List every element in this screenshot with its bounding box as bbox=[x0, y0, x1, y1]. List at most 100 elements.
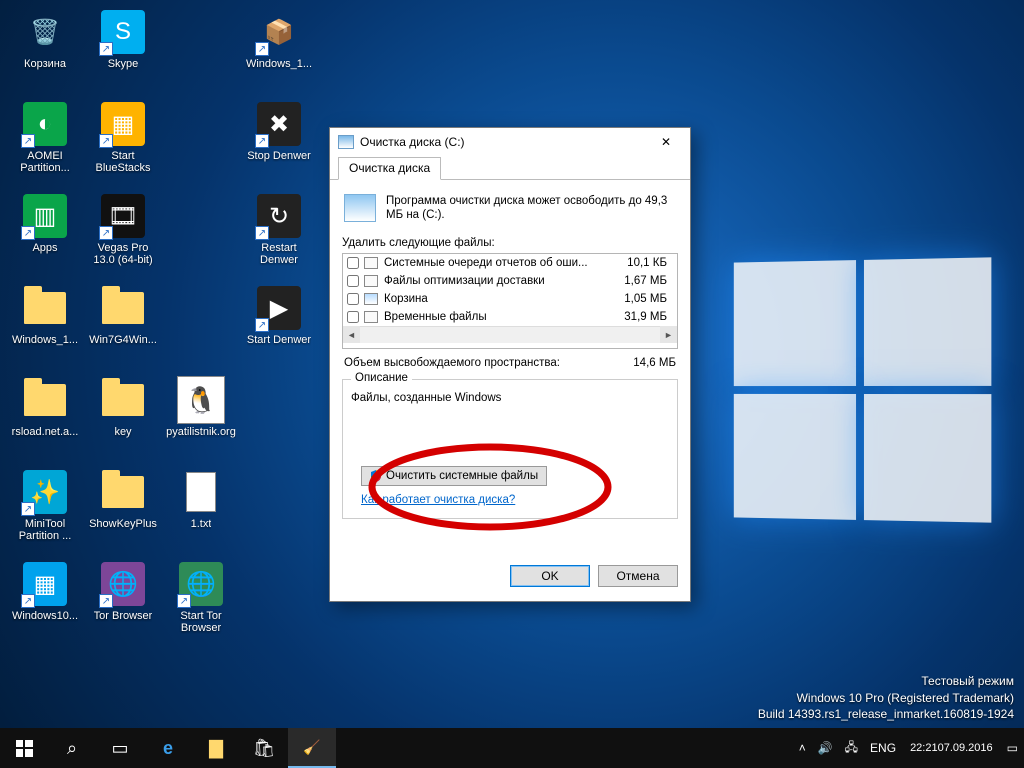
desktop-icon-folder-showkey[interactable]: ShowKeyPlus bbox=[84, 464, 162, 556]
desktop-icon-folder-win7g4[interactable]: Win7G4Win... bbox=[84, 280, 162, 372]
desktop-icon-folder-win1[interactable]: Windows_1... bbox=[6, 280, 84, 372]
desktop-icon-label: Start Denwer bbox=[247, 334, 311, 346]
scroll-right-icon[interactable]: ► bbox=[660, 326, 677, 343]
tray-action-center-icon[interactable]: ▭ bbox=[1001, 728, 1024, 768]
windows-logo-icon bbox=[16, 740, 33, 757]
restart-denwer-icon: ↻↗ bbox=[255, 192, 303, 240]
file-list-checkbox[interactable] bbox=[347, 275, 359, 287]
watermark-line3: Build 14393.rs1_release_inmarket.160819-… bbox=[758, 706, 1014, 722]
tray-language[interactable]: ENG bbox=[864, 728, 902, 768]
cancel-button[interactable]: Отмена bbox=[598, 565, 678, 587]
description-text: Файлы, созданные Windows bbox=[351, 386, 669, 404]
desktop-icon-label: Start Tor Browser bbox=[164, 610, 238, 634]
test-mode-watermark: Тестовый режим Windows 10 Pro (Registere… bbox=[758, 673, 1014, 722]
search-button[interactable]: ⌕ bbox=[48, 728, 96, 768]
folder-win1-icon bbox=[21, 284, 69, 332]
tray-volume-icon[interactable]: 🔊 bbox=[812, 728, 839, 768]
shortcut-arrow-icon: ↗ bbox=[255, 42, 269, 56]
desktop-icon-label: Skype bbox=[108, 58, 139, 70]
desktop-icon-label: AOMEI Partition... bbox=[8, 150, 82, 174]
desktop-icon-label: key bbox=[114, 426, 131, 438]
tab-strip: Очистка диска bbox=[330, 156, 690, 180]
file-list-row[interactable]: Корзина1,05 МБ bbox=[343, 290, 677, 308]
desktop-icon-label: Windows_1... bbox=[12, 334, 78, 346]
disk-cleanup-large-icon bbox=[344, 194, 376, 222]
desktop-icon-label: Start BlueStacks bbox=[86, 150, 160, 174]
desktop-icon-vegas[interactable]: 🎞↗Vegas Pro 13.0 (64-bit) bbox=[84, 188, 162, 280]
search-icon: ⌕ bbox=[67, 738, 77, 759]
tray-clock[interactable]: 22:21 07.09.2016 bbox=[902, 728, 1001, 768]
file-list-checkbox[interactable] bbox=[347, 311, 359, 323]
desktop-icon-label: Stop Denwer bbox=[247, 150, 311, 162]
file-list-checkbox[interactable] bbox=[347, 293, 359, 305]
desktop-icon-folder-rsload[interactable]: rsload.net.a... bbox=[6, 372, 84, 464]
horizontal-scrollbar[interactable]: ◄ ► bbox=[343, 326, 677, 343]
aomei-icon: ◐↗ bbox=[21, 100, 69, 148]
shortcut-arrow-icon: ↗ bbox=[99, 226, 113, 240]
shortcut-arrow-icon: ↗ bbox=[21, 594, 35, 608]
desktop-icon-file-1txt[interactable]: 1.txt bbox=[162, 464, 240, 556]
desktop-icon-img-pyatilistnik[interactable]: 🐧pyatilistnik.org bbox=[162, 372, 240, 464]
tray-chevron-up-icon[interactable]: ˄ bbox=[793, 728, 812, 768]
gain-label: Объем высвобождаемого пространства: bbox=[344, 357, 633, 369]
file-icon bbox=[364, 257, 378, 269]
how-cleanup-works-link[interactable]: Как работает очистка диска? bbox=[361, 494, 515, 506]
titlebar[interactable]: Очистка диска (C:) ✕ bbox=[330, 128, 690, 156]
desktop-icon-winrar[interactable]: 📦↗Windows_1... bbox=[240, 4, 318, 96]
shortcut-arrow-icon: ↗ bbox=[255, 318, 269, 332]
description-legend: Описание bbox=[351, 372, 412, 384]
tab-disk-cleanup[interactable]: Очистка диска bbox=[338, 157, 441, 180]
file-list-row[interactable]: Временные файлы31,9 МБ bbox=[343, 308, 677, 326]
desktop-icon-bluestacks[interactable]: ▦↗Start BlueStacks bbox=[84, 96, 162, 188]
start-tor-icon: 🌐↗ bbox=[177, 560, 225, 608]
task-view-button[interactable]: ▭ bbox=[96, 728, 144, 768]
skype-icon: S↗ bbox=[99, 8, 147, 56]
taskbar-store[interactable]: 🛍 bbox=[240, 728, 288, 768]
scroll-left-icon[interactable]: ◄ bbox=[343, 326, 360, 343]
desktop-icon-recycle-bin[interactable]: 🗑️Корзина bbox=[6, 4, 84, 96]
folder-win7g4-icon bbox=[99, 284, 147, 332]
shortcut-arrow-icon: ↗ bbox=[177, 594, 191, 608]
file-icon bbox=[364, 311, 378, 323]
ok-button[interactable]: OK bbox=[510, 565, 590, 587]
stop-denwer-icon: ✖↗ bbox=[255, 100, 303, 148]
folder-key-icon bbox=[99, 376, 147, 424]
disk-cleanup-dialog: Очистка диска (C:) ✕ Очистка диска Прогр… bbox=[329, 127, 691, 602]
watermark-line2: Windows 10 Pro (Registered Trademark) bbox=[758, 690, 1014, 706]
file-list-name: Файлы оптимизации доставки bbox=[384, 275, 613, 287]
files-to-delete-label: Удалить следующие файлы: bbox=[342, 237, 678, 249]
desktop-icon-apps[interactable]: ▥↗Apps bbox=[6, 188, 84, 280]
desktop-icon-win10-app[interactable]: ▦↗Windows10... bbox=[6, 556, 84, 648]
recycle-bin-icon bbox=[364, 293, 378, 305]
file-list-row[interactable]: Файлы оптимизации доставки1,67 МБ bbox=[343, 272, 677, 290]
file-list-checkbox[interactable] bbox=[347, 257, 359, 269]
minitool-icon: ✨↗ bbox=[21, 468, 69, 516]
file-list-name: Системные очереди отчетов об оши... bbox=[384, 257, 613, 269]
desktop-icon-skype[interactable]: S↗ Skype bbox=[84, 4, 162, 96]
close-button[interactable]: ✕ bbox=[646, 130, 686, 154]
desktop-icon-aomei[interactable]: ◐↗AOMEI Partition... bbox=[6, 96, 84, 188]
desktop-icon-stop-denwer[interactable]: ✖↗ Stop Denwer bbox=[240, 96, 318, 188]
desktop-icon-tor[interactable]: 🌐↗ Tor Browser bbox=[84, 556, 162, 648]
tray-date: 07.09.2016 bbox=[938, 742, 993, 755]
desktop-icon-minitool[interactable]: ✨↗MiniTool Partition ... bbox=[6, 464, 84, 556]
desktop-icon-label: MiniTool Partition ... bbox=[8, 518, 82, 542]
desktop-icon-folder-key[interactable]: key bbox=[84, 372, 162, 464]
desktop-icon-label: Win7G4Win... bbox=[89, 334, 157, 346]
taskbar-edge[interactable]: e bbox=[144, 728, 192, 768]
file-list-row[interactable]: Системные очереди отчетов об оши...10,1 … bbox=[343, 254, 677, 272]
desktop-icon-start-denwer[interactable]: ▶↗Start Denwer bbox=[240, 280, 318, 372]
taskbar-disk-cleanup[interactable]: 🧹 bbox=[288, 728, 336, 768]
desktop-icon-label: Tor Browser bbox=[94, 610, 153, 622]
desktop-icon-restart-denwer[interactable]: ↻↗Restart Denwer bbox=[240, 188, 318, 280]
clean-system-files-label: Очистить системные файлы bbox=[386, 470, 538, 482]
apps-icon: ▥↗ bbox=[21, 192, 69, 240]
tor-icon: 🌐↗ bbox=[99, 560, 147, 608]
start-button[interactable] bbox=[0, 728, 48, 768]
tray-network-icon[interactable]: 🖧 bbox=[839, 728, 864, 768]
files-listbox[interactable]: Системные очереди отчетов об оши...10,1 … bbox=[342, 253, 678, 349]
taskbar-file-explorer[interactable]: ▇ bbox=[192, 728, 240, 768]
desktop-icon-label: Корзина bbox=[24, 58, 66, 70]
clean-system-files-button[interactable]: Очистить системные файлы bbox=[361, 466, 547, 486]
desktop-icon-start-tor[interactable]: 🌐↗Start Tor Browser bbox=[162, 556, 240, 648]
